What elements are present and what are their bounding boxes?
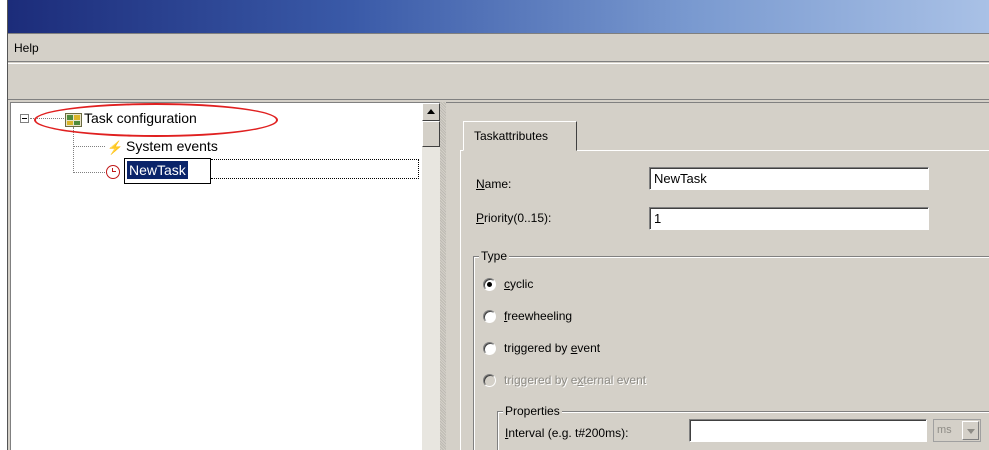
title-bar xyxy=(8,0,989,34)
tree-connector xyxy=(73,146,105,147)
name-field[interactable]: NewTask xyxy=(649,167,929,190)
triggered-by-external-event-label: triggered by external event xyxy=(504,373,647,387)
task-configuration-icon xyxy=(65,113,82,127)
rename-edit-box[interactable]: NewTask xyxy=(124,158,211,184)
interval-label: Interval (e.g. t#200ms): xyxy=(505,426,629,440)
interval-unit-select: ms xyxy=(933,419,981,442)
application-window: Help Task configuration ⚡ System events … xyxy=(7,0,989,450)
cyclic-label[interactable]: cyclic xyxy=(504,277,533,291)
task-attributes-panel: Taskattributes Name: NewTask Priority(0.… xyxy=(446,102,989,450)
priority-field[interactable]: 1 xyxy=(649,207,929,230)
unit-value: ms xyxy=(937,424,952,436)
tree-vertical-scrollbar[interactable] xyxy=(422,102,440,450)
triggered-by-event-label[interactable]: triggered by event xyxy=(504,341,600,355)
scroll-thumb[interactable] xyxy=(422,121,440,147)
name-label: Name: xyxy=(476,177,512,191)
type-group-title: Type xyxy=(479,249,510,263)
toolbar xyxy=(8,63,989,100)
task-tree[interactable]: Task configuration ⚡ System events NewTa… xyxy=(10,102,422,450)
tab-label: Taskattributes xyxy=(474,129,549,143)
radio-cyclic[interactable] xyxy=(483,278,496,291)
interval-field[interactable] xyxy=(689,419,927,442)
lightning-icon: ⚡ xyxy=(107,140,124,155)
collapse-toggle[interactable] xyxy=(20,114,29,123)
focus-rectangle xyxy=(211,159,419,179)
menu-help[interactable]: Help xyxy=(12,41,41,55)
clock-icon xyxy=(106,165,120,179)
chevron-down-icon xyxy=(962,421,979,440)
radio-triggered-by-external-event xyxy=(483,374,496,387)
tree-item-newtask[interactable]: NewTask xyxy=(127,161,188,179)
tree-item-task-configuration[interactable]: Task configuration xyxy=(84,110,197,126)
tree-item-system-events[interactable]: System events xyxy=(126,138,218,154)
priority-label: Priority(0..15): xyxy=(476,211,552,225)
tree-connector xyxy=(73,172,105,173)
menu-bar: Help xyxy=(8,35,989,62)
tab-taskattributes[interactable]: Taskattributes xyxy=(463,121,577,151)
tree-connector xyxy=(30,118,64,119)
radio-freewheeling[interactable] xyxy=(483,310,496,323)
scroll-up-button[interactable] xyxy=(422,103,440,121)
radio-triggered-by-event[interactable] xyxy=(483,342,496,355)
freewheeling-label[interactable]: freewheeling xyxy=(504,309,572,323)
properties-group-title: Properties xyxy=(503,404,562,418)
tree-connector xyxy=(73,127,74,173)
